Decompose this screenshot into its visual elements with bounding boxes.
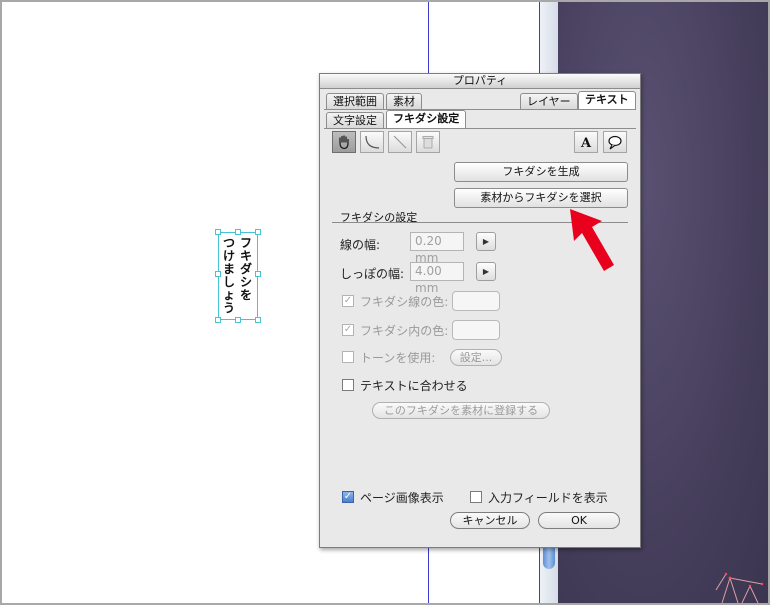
resize-handle[interactable] xyxy=(255,317,261,323)
stroke-color-swatch[interactable] xyxy=(452,291,500,311)
resize-handle[interactable] xyxy=(255,271,261,277)
use-tone-checkbox[interactable] xyxy=(342,351,354,363)
resize-handle[interactable] xyxy=(255,229,261,235)
line-tool-button[interactable] xyxy=(388,131,412,153)
resize-handle[interactable] xyxy=(215,317,221,323)
fill-color-checkbox[interactable]: ✓ xyxy=(342,324,354,336)
stroke-color-label: フキダシ線の色: xyxy=(360,295,449,309)
resize-handle[interactable] xyxy=(235,229,241,235)
red-pointer-arrow-icon xyxy=(570,209,614,271)
resize-handle[interactable] xyxy=(215,271,221,277)
trash-icon xyxy=(422,136,434,149)
tail-width-stepper[interactable]: ▶ xyxy=(476,262,496,281)
stroke-color-checkbox[interactable]: ✓ xyxy=(342,295,354,307)
line-width-stepper[interactable]: ▶ xyxy=(476,232,496,251)
top-tab-row: 選択範囲 素材 レイヤー テキスト xyxy=(324,91,636,109)
sub-tab-divider xyxy=(324,128,636,129)
show-input-field-label: 入力フィールドを表示 xyxy=(488,491,608,505)
show-page-image-label: ページ画像表示 xyxy=(360,491,444,505)
curve-icon xyxy=(365,135,380,149)
hand-icon xyxy=(339,135,349,150)
crane-lights-decoration xyxy=(715,572,764,603)
balloon-text-column-right: フキダシを xyxy=(239,236,252,302)
line-width-field[interactable]: 0.20 mm xyxy=(410,232,464,265)
tab-selection[interactable]: 選択範囲 xyxy=(326,93,384,109)
cancel-button[interactable]: キャンセル xyxy=(450,512,530,529)
balloon-tool-button[interactable] xyxy=(603,131,627,153)
palette-title[interactable]: プロパティ xyxy=(320,74,640,89)
triangle-right-icon: ▶ xyxy=(482,267,490,276)
svg-text:A: A xyxy=(580,136,592,151)
create-balloon-button[interactable]: フキダシを生成 xyxy=(454,162,628,182)
fit-to-text-checkbox[interactable] xyxy=(342,379,354,391)
sub-tab-row: 文字設定 フキダシ設定 xyxy=(324,110,636,128)
tab-text[interactable]: テキスト xyxy=(578,91,636,109)
text-tool-button[interactable]: A xyxy=(574,131,598,153)
use-tone-label: トーンを使用: xyxy=(360,351,436,365)
hand-tool-button[interactable] xyxy=(332,131,356,153)
tab-material[interactable]: 素材 xyxy=(386,93,422,109)
show-page-image-checkbox[interactable]: ✓ xyxy=(342,491,354,503)
show-input-field-checkbox[interactable] xyxy=(470,491,482,503)
resize-handle[interactable] xyxy=(215,229,221,235)
tail-width-label: しっぽの幅: xyxy=(340,267,405,281)
tone-settings-button[interactable]: 設定... xyxy=(450,349,502,366)
delete-tool-button[interactable] xyxy=(416,131,440,153)
fill-color-label: フキダシ内の色: xyxy=(360,324,449,338)
tab-balloon-settings[interactable]: フキダシ設定 xyxy=(386,110,467,128)
properties-palette: プロパティ 選択範囲 素材 レイヤー テキスト 文字設定 フキダシ設定 A フキ… xyxy=(319,73,641,548)
ok-button[interactable]: OK xyxy=(538,512,620,529)
tab-layer[interactable]: レイヤー xyxy=(520,93,578,109)
text-a-icon: A xyxy=(580,136,592,151)
triangle-right-icon: ▶ xyxy=(482,237,490,246)
speech-balloon-text[interactable]: フキダシを つけましょう xyxy=(215,229,261,323)
tab-character-settings[interactable]: 文字設定 xyxy=(326,112,384,128)
fill-color-swatch[interactable] xyxy=(452,320,500,340)
line-width-label: 線の幅: xyxy=(340,238,381,252)
tail-width-field[interactable]: 4.00 mm xyxy=(410,262,464,295)
curve-tool-button[interactable] xyxy=(360,131,384,153)
speech-balloon-icon xyxy=(608,135,622,150)
line-icon xyxy=(393,135,407,149)
balloon-text-column-left: つけましょう xyxy=(222,236,235,315)
register-balloon-to-material-button[interactable]: このフキダシを素材に登録する xyxy=(372,402,550,419)
fit-to-text-label: テキストに合わせる xyxy=(360,379,468,393)
resize-handle[interactable] xyxy=(235,317,241,323)
